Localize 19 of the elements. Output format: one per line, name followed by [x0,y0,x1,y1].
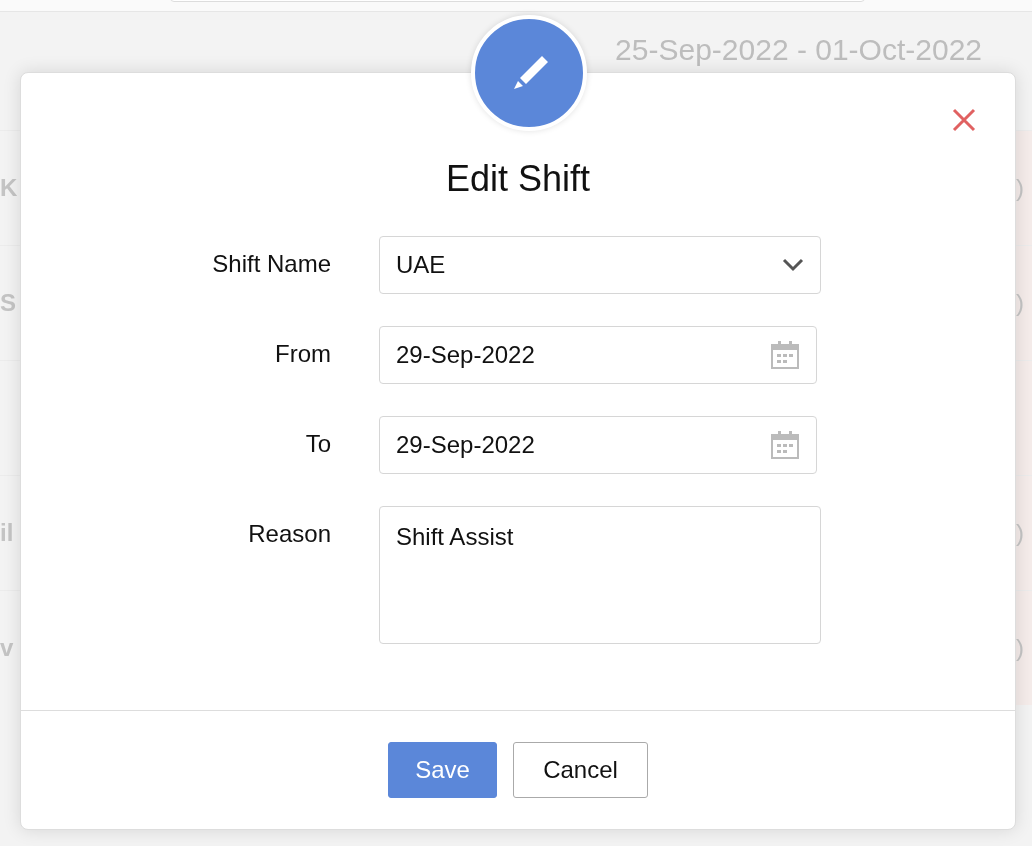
calendar-icon[interactable] [770,340,800,371]
field-label: From [274,339,331,370]
close-button[interactable] [951,107,977,133]
table-cell: ) [1016,476,1032,590]
date-field[interactable]: 29-Sep-2022 [379,326,817,385]
cancel-button[interactable]: Cancel [513,742,648,798]
table-cell: ) [1016,131,1032,245]
date-field[interactable]: 29-Sep-2022 [379,416,817,475]
field-label: Shift Name [211,249,331,280]
dialog-title: Edit Shift [444,157,592,201]
table-cell: ) [1016,591,1032,705]
reason-field[interactable]: Shift Assist [379,506,821,645]
save-button[interactable]: Save [388,742,497,798]
table-cell: ) [1016,246,1032,360]
select-field[interactable]: UAE [379,236,821,295]
chevron-down-icon [782,258,804,273]
field-label: Reason [247,519,331,550]
calendar-icon[interactable] [770,430,800,461]
field-label: To [304,429,331,460]
